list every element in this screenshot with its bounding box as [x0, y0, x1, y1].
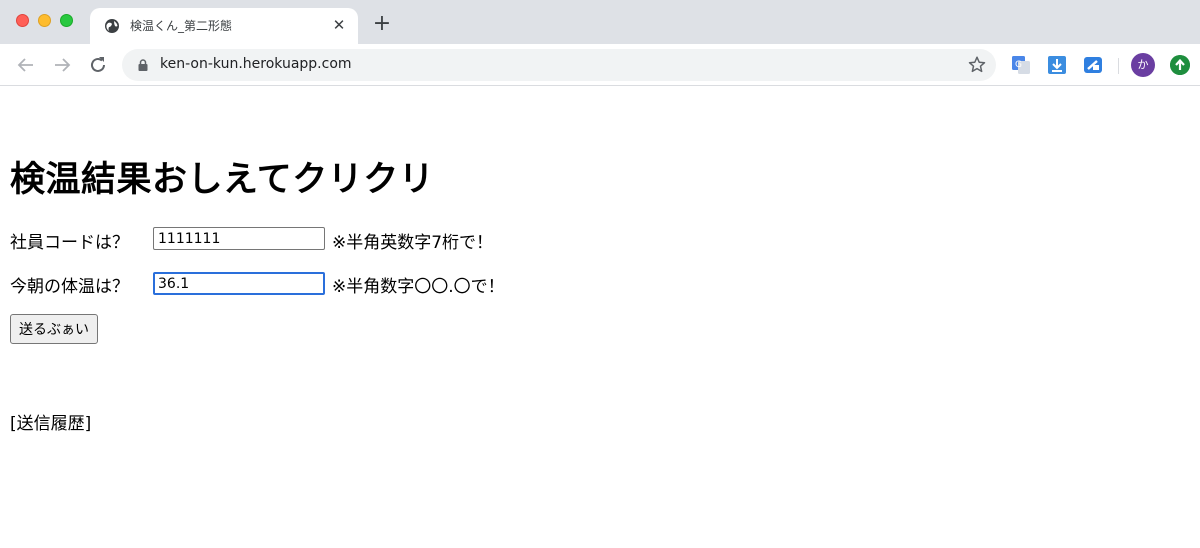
employee-code-input[interactable] [153, 227, 325, 250]
forward-arrow-icon[interactable] [50, 53, 74, 77]
employee-code-label: 社員コードは？ [10, 233, 129, 253]
new-tab-button[interactable]: + [370, 12, 394, 36]
bookmark-star-icon[interactable] [966, 54, 988, 76]
tab-strip: 検温くん_第二形態 ✕ + [0, 0, 1200, 44]
tab-title: 検温くん_第二形態 [130, 19, 233, 33]
profile-avatar[interactable]: か [1131, 53, 1155, 77]
zoom-window-button[interactable] [60, 14, 73, 27]
temperature-note: ※半角数字〇〇.〇で！ [332, 277, 505, 297]
temperature-label: 今朝の体温は？ [10, 277, 129, 297]
tab-active[interactable]: 検温くん_第二形態 ✕ [90, 8, 358, 44]
send-history-heading: [送信履歴] [10, 414, 92, 434]
browser-toolbar: ken-on-kun.herokuapp.com G か [0, 44, 1200, 86]
screencast-extension-icon[interactable] [1082, 54, 1104, 76]
page-title: 検温結果おしえてクリクリ [10, 160, 435, 200]
url-text[interactable]: ken-on-kun.herokuapp.com [160, 56, 352, 72]
temperature-input[interactable] [153, 272, 325, 295]
lock-icon[interactable] [136, 58, 150, 72]
svg-text:G: G [1015, 60, 1022, 70]
back-arrow-icon[interactable] [14, 53, 38, 77]
page-content: 検温結果おしえてクリクリ 社員コードは？ ※半角英数字7桁で！ 今朝の体温は？ … [0, 87, 1200, 548]
submit-button[interactable]: 送るぶぁい [10, 314, 98, 344]
download-extension-icon[interactable] [1046, 54, 1068, 76]
minimize-window-button[interactable] [38, 14, 51, 27]
employee-code-note: ※半角英数字7桁で！ [332, 233, 494, 253]
close-window-button[interactable] [16, 14, 29, 27]
address-bar[interactable]: ken-on-kun.herokuapp.com [122, 49, 996, 81]
reload-icon[interactable] [86, 53, 110, 77]
update-arrow-icon[interactable] [1170, 55, 1190, 75]
globe-icon [105, 19, 119, 33]
toolbar-divider [1118, 58, 1119, 74]
close-tab-icon[interactable]: ✕ [330, 16, 348, 34]
translate-extension-icon[interactable]: G [1010, 54, 1032, 76]
